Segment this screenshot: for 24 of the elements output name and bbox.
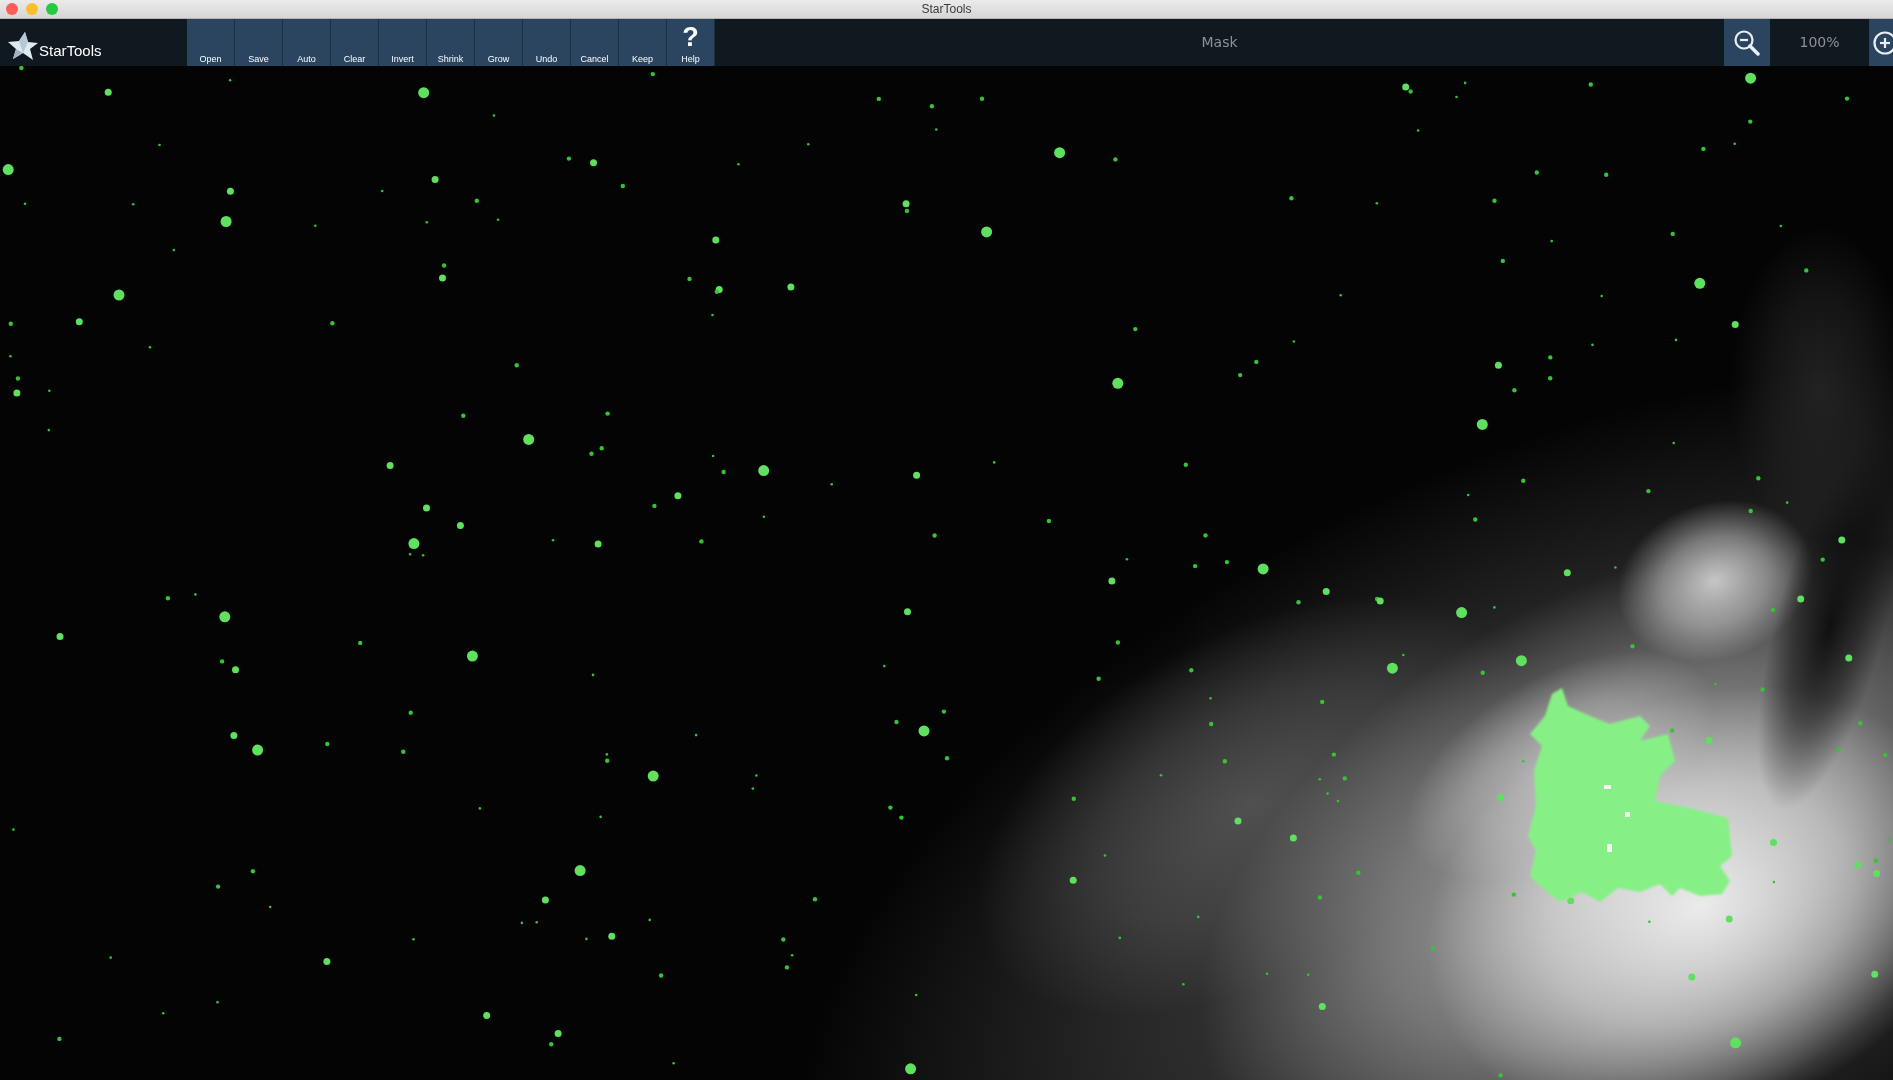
toolbar-button[interactable]: Clear [331, 19, 379, 66]
zoom-level: 100% [1799, 33, 1840, 52]
zoom-out-button[interactable] [1724, 19, 1770, 66]
close-window-button[interactable] [6, 3, 18, 15]
zoom-in-icon [1873, 30, 1893, 55]
toolbar-button[interactable]: Shrink [427, 19, 475, 66]
minimize-window-button[interactable] [26, 3, 38, 15]
toolbar-button[interactable]: Undo [523, 19, 571, 66]
star-logo-icon [8, 32, 38, 60]
toolbar-button[interactable]: Save [235, 19, 283, 66]
toolbar-button[interactable]: Cancel [571, 19, 619, 66]
zoom-in-button[interactable] [1869, 19, 1893, 66]
question-mark-icon: ? [682, 24, 699, 51]
zoom-out-icon [1734, 29, 1760, 56]
toolbar-button[interactable]: ? Help [667, 19, 715, 66]
zoom-window-button[interactable] [46, 3, 58, 15]
toolbar-button[interactable]: Open [187, 19, 235, 66]
toolbar-button[interactable]: Keep [619, 19, 667, 66]
toolbar-button[interactable]: Auto [283, 19, 331, 66]
toolbar-button[interactable]: Grow [475, 19, 523, 66]
window-title: StarTools [921, 2, 972, 16]
toolbar-button[interactable]: Invert [379, 19, 427, 66]
logo-text: StarTools [39, 43, 102, 59]
module-title: Mask [1201, 33, 1238, 52]
